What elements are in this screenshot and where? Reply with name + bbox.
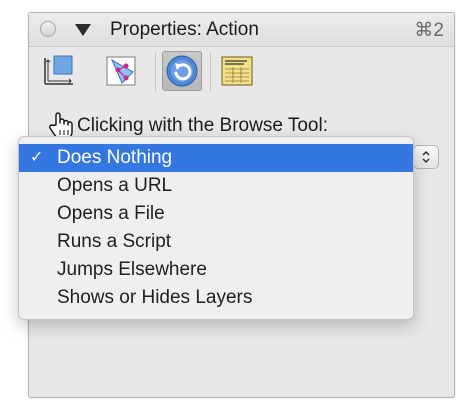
panel-title: Properties: Action bbox=[110, 19, 259, 40]
action-icon bbox=[166, 55, 198, 87]
note-icon bbox=[221, 56, 253, 86]
toolbar-divider bbox=[210, 53, 211, 91]
action-popup-button[interactable] bbox=[413, 145, 439, 169]
menu-item[interactable]: Runs a Script bbox=[19, 228, 413, 256]
menu-item-label: Shows or Hides Layers bbox=[57, 287, 253, 308]
menu-item-label: Opens a URL bbox=[57, 175, 173, 196]
menu-item-label: Opens a File bbox=[57, 203, 165, 224]
menu-item-label: Does Nothing bbox=[57, 147, 173, 168]
tab-note[interactable] bbox=[217, 51, 257, 91]
title-bar[interactable]: Properties: Action ⌘2 bbox=[29, 13, 454, 47]
toolbar-divider bbox=[155, 53, 156, 91]
menu-item[interactable]: Opens a URL bbox=[19, 172, 413, 200]
shortcut-label: ⌘2 bbox=[414, 20, 444, 41]
menu-item[interactable]: Jumps Elsewhere bbox=[19, 256, 413, 284]
close-button[interactable] bbox=[40, 21, 56, 37]
chevron-up-down-icon bbox=[422, 150, 430, 164]
tab-lines-and-shapes[interactable] bbox=[101, 51, 141, 91]
menu-list: ✓ Does Nothing Opens a URL Opens a File Runs… bbox=[19, 144, 413, 312]
tab-action[interactable] bbox=[162, 51, 202, 91]
menu-item[interactable]: Shows or Hides Layers bbox=[19, 284, 413, 312]
geometry-icon bbox=[44, 55, 73, 85]
action-dropdown-menu: ✓ Does Nothing Opens a URL Opens a File Runs… bbox=[18, 136, 414, 320]
menu-item[interactable]: ✓ Does Nothing bbox=[19, 144, 413, 172]
browse-tool-label-text: Clicking with the Browse Tool: bbox=[77, 115, 328, 136]
menu-item-label: Jumps Elsewhere bbox=[57, 259, 207, 280]
disclosure-triangle-icon[interactable] bbox=[75, 24, 91, 36]
lines-shapes-icon bbox=[106, 56, 136, 86]
inspector-toolbar bbox=[29, 47, 454, 97]
checkmark-icon: ✓ bbox=[30, 149, 44, 166]
menu-item-label: Runs a Script bbox=[57, 231, 172, 252]
tab-geometry[interactable] bbox=[39, 51, 79, 91]
menu-item[interactable]: Opens a File bbox=[19, 200, 413, 228]
